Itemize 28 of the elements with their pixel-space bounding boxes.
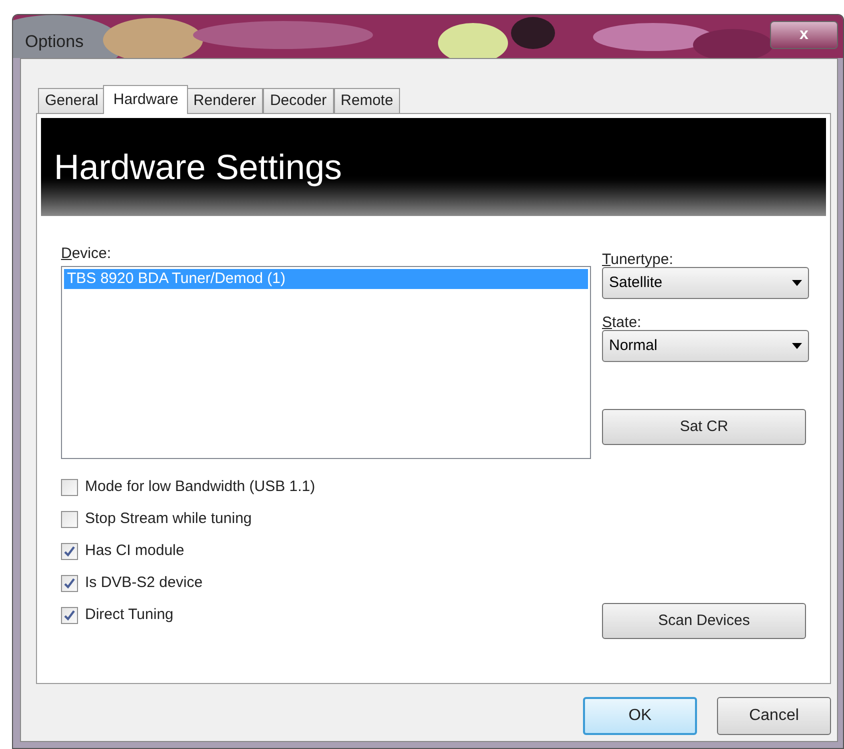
checkbox[interactable] (61, 478, 78, 496)
tab[interactable]: Renderer (186, 88, 263, 113)
sat-cr-button[interactable]: Sat CR (602, 409, 806, 445)
tab[interactable]: Remote (334, 88, 400, 113)
checkbox[interactable] (61, 606, 78, 624)
checkbox-label: Has CI module (85, 540, 184, 561)
tunertype-dropdown[interactable]: Satellite (602, 267, 809, 299)
checkbox[interactable] (61, 510, 78, 528)
window-title: Options (25, 31, 84, 53)
dropdown-arrow-icon (792, 343, 802, 349)
tab[interactable]: General (38, 88, 106, 113)
scan-devices-button[interactable]: Scan Devices (602, 603, 806, 639)
dialog-button[interactable]: Cancel (717, 697, 831, 735)
state-dropdown[interactable]: Normal (602, 330, 809, 362)
checkbox[interactable] (61, 542, 78, 560)
header-title: Hardware Settings (54, 147, 342, 189)
dropdown-arrow-icon (792, 280, 802, 286)
dialog-button[interactable]: OK (583, 697, 697, 735)
checkbox-label: Is DVB-S2 device (85, 572, 203, 593)
tab[interactable]: Decoder (262, 88, 334, 113)
checkbox[interactable] (61, 574, 78, 592)
tab[interactable]: Hardware (103, 85, 188, 114)
checkbox-label: Direct Tuning (85, 604, 174, 625)
tunertype-label: Tunertype: (602, 250, 674, 270)
state-label: State: (602, 313, 642, 333)
device-label: Device: (61, 244, 112, 264)
checkbox-label: Stop Stream while tuning (85, 508, 252, 529)
checkbox-label: Mode for low Bandwidth (USB 1.1) (85, 476, 316, 497)
